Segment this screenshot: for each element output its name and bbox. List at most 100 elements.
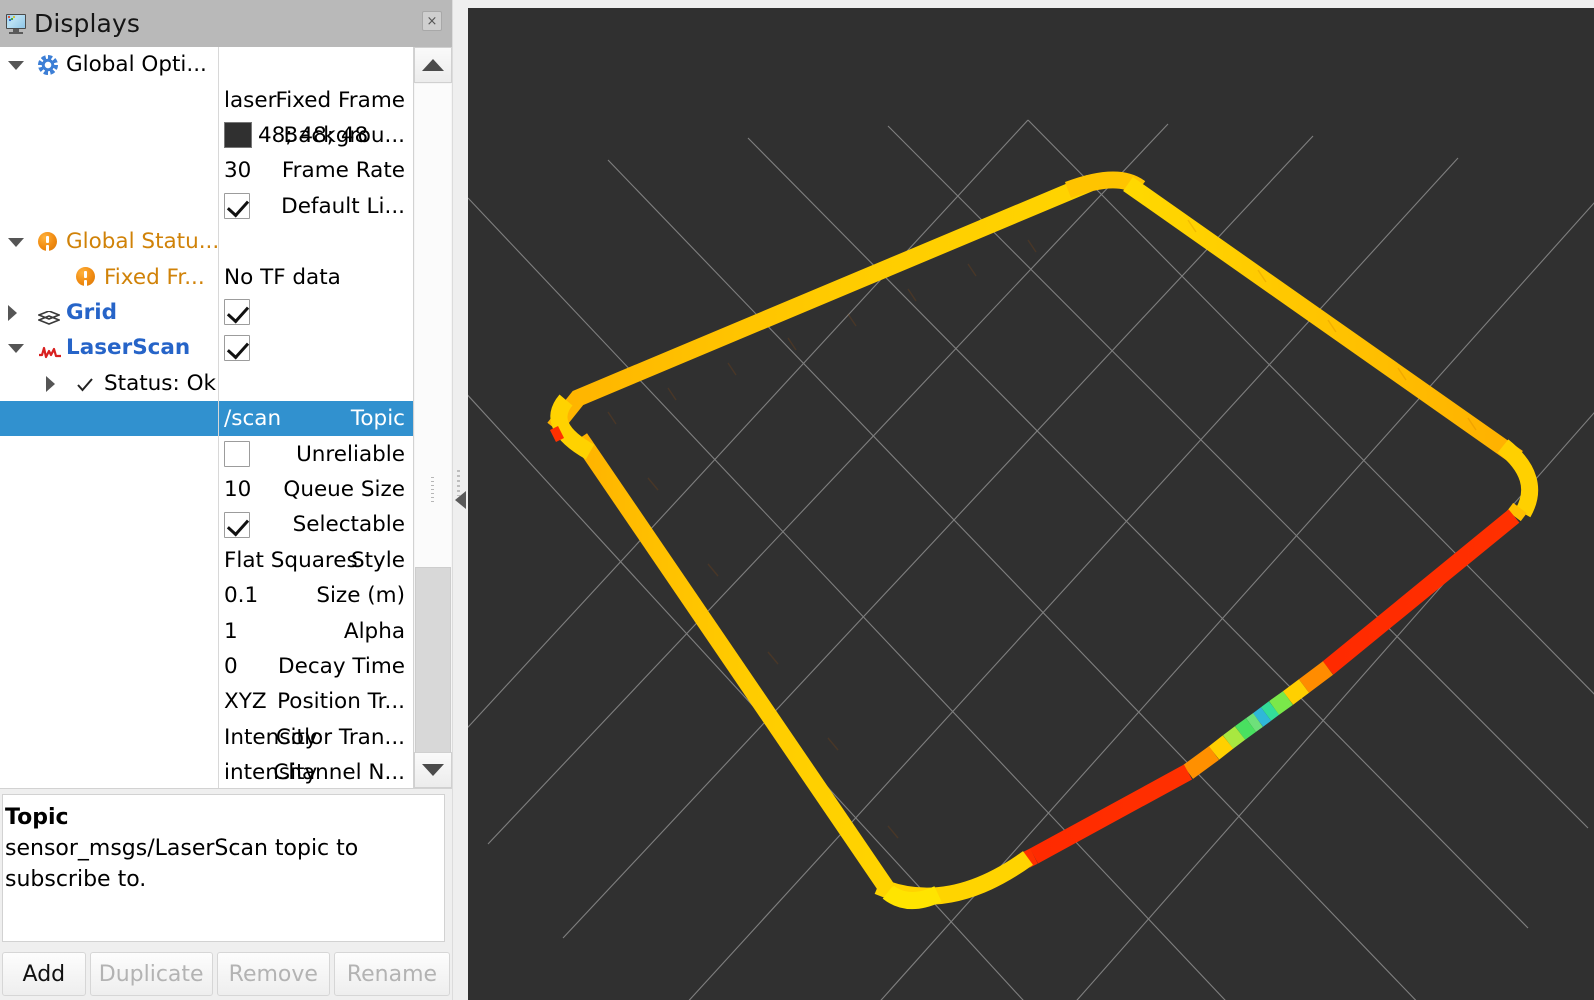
render-canvas [468, 8, 1594, 1000]
displays-dock-panel: Displays × Global Opti... Fixed Frame lase… [0, 0, 452, 1000]
tree-row-label-grid: Grid [66, 299, 118, 325]
remove-button[interactable]: Remove [216, 952, 330, 996]
tree-row-channel-name[interactable]: Channel N... intensity [0, 755, 413, 788]
displays-property-tree[interactable]: Global Opti... Fixed Frame laser Backgrou..… [0, 47, 413, 788]
tree-row-queue-size[interactable]: Queue Size 10 [0, 472, 413, 507]
value-text-channel-name: intensity [224, 760, 318, 786]
twisty-expanded-icon[interactable] [8, 238, 24, 247]
tree-row-value-fixed-frame-status[interactable]: No TF data [224, 265, 341, 290]
displays-titlebar: Displays × [0, 0, 452, 47]
tree-row-value-position-transformer[interactable]: XYZ [224, 689, 267, 714]
value-text-background-color: 48; 48; 48 [258, 122, 369, 148]
tree-vertical-scrollbar[interactable] [413, 47, 452, 788]
color-swatch[interactable] [224, 122, 252, 149]
laserscan-wave-icon [38, 341, 62, 359]
tree-row-value-default-light[interactable] [224, 193, 250, 220]
value-text-frame-rate: 30 [224, 158, 252, 184]
twisty-collapsed-icon[interactable] [46, 375, 55, 392]
value-text-color-transformer: Intensity [224, 724, 318, 750]
tree-row-frame-rate[interactable]: Frame Rate 30 [0, 153, 413, 188]
twisty-expanded-icon[interactable] [8, 61, 24, 70]
tree-row-default-light[interactable]: Default Li... [0, 189, 413, 224]
tree-row-label-laserscan-status: Status: Ok [104, 370, 216, 396]
value-text-size-m: 0.1 [224, 583, 259, 609]
value-text-queue-size: 10 [224, 476, 252, 502]
tree-row-size-m[interactable]: Size (m) 0.1 [0, 578, 413, 613]
warning-icon [38, 232, 57, 251]
tree-row-value-laserscan[interactable] [224, 334, 250, 361]
scroll-down-button[interactable] [414, 752, 452, 788]
twisty-expanded-icon[interactable] [8, 344, 24, 354]
panel-title: Displays [34, 9, 140, 38]
tree-row-value-grid[interactable] [224, 299, 250, 326]
status-ok-check-icon [76, 375, 94, 393]
tree-row-unreliable[interactable]: Unreliable [0, 436, 413, 471]
value-text-topic: /scan [224, 406, 282, 432]
tree-row-value-channel-name[interactable]: intensity [224, 760, 317, 785]
tree-row-value-queue-size[interactable]: 10 [224, 477, 251, 502]
tree-row-value-decay-time[interactable]: 0 [224, 654, 238, 679]
tree-row-value-topic[interactable]: /scan [224, 406, 281, 431]
tree-row-value-color-transformer[interactable]: Intensity [224, 725, 318, 750]
tree-row-position-transformer[interactable]: Position Tr... XYZ [0, 684, 413, 719]
tree-row-fixed-frame[interactable]: Fixed Frame laser [0, 82, 413, 117]
tree-row-fixed-frame-status[interactable]: Fixed Fr... No TF data [0, 259, 413, 294]
tree-row-label-global-status: Global Statu... [66, 229, 220, 255]
displays-button-row: Add Duplicate Remove Rename [0, 952, 452, 996]
warning-icon [76, 267, 95, 287]
twisty-collapsed-icon[interactable] [8, 304, 17, 321]
tree-row-value-background-color[interactable]: 48; 48; 48 [224, 122, 369, 149]
gear-icon [38, 55, 58, 75]
scroll-up-button[interactable] [414, 47, 452, 83]
tree-row-global-status[interactable]: Global Statu... [0, 224, 413, 259]
displays-monitor-icon [6, 13, 28, 34]
duplicate-button[interactable]: Duplicate [89, 952, 213, 996]
tree-row-style[interactable]: Style Flat Squares [0, 543, 413, 578]
tree-row-value-frame-rate[interactable]: 30 [224, 158, 251, 183]
dock-splitter-handle[interactable] [452, 0, 468, 1000]
tree-row-value-size-m[interactable]: 0.1 [224, 583, 258, 608]
tree-row-topic[interactable]: Topic/scan [0, 401, 413, 437]
value-text-fixed-frame-status: No TF data [224, 264, 341, 290]
tree-row-value-alpha[interactable]: 1 [224, 619, 238, 644]
help-description: sensor_msgs/LaserScan topic to subscribe… [5, 835, 359, 892]
tree-row-label-fixed-frame-status: Fixed Fr... [104, 264, 205, 290]
close-icon[interactable]: × [422, 11, 442, 31]
chevron-up-icon [422, 59, 444, 71]
grid-icon [36, 306, 62, 325]
rviz-3d-render-view[interactable] [468, 8, 1594, 1000]
rename-button[interactable]: Rename [333, 952, 451, 996]
checkbox-selectable[interactable] [224, 511, 250, 538]
tree-row-color-transformer[interactable]: Color Tran... Intensity [0, 720, 413, 755]
scrollbar-thumb[interactable] [415, 567, 451, 765]
add-button[interactable]: Add [2, 952, 86, 996]
tree-row-value-style[interactable]: Flat Squares [224, 548, 358, 573]
tree-row-label-laserscan: LaserScan [66, 335, 191, 361]
tree-row-selectable[interactable]: Selectable [0, 507, 413, 542]
checkbox-default-light[interactable] [224, 193, 250, 220]
value-text-fixed-frame: laser [224, 87, 277, 113]
rviz-window: Displays × Global Opti... Fixed Frame lase… [0, 0, 1594, 1000]
tree-row-alpha[interactable]: Alpha 1 [0, 613, 413, 648]
tree-row-laserscan[interactable]: LaserScan [0, 330, 413, 365]
help-title: Topic [5, 805, 69, 830]
tree-row-value-unreliable[interactable] [224, 441, 250, 468]
value-text-decay-time: 0 [224, 653, 238, 679]
value-text-alpha: 1 [224, 618, 238, 644]
checkbox-unreliable[interactable] [224, 441, 250, 468]
checkbox-grid[interactable] [224, 299, 250, 326]
splitter-grip [457, 470, 460, 496]
tree-row-value-selectable[interactable] [224, 511, 250, 538]
tree-row-decay-time[interactable]: Decay Time 0 [0, 649, 413, 684]
tree-row-background-color[interactable]: Backgrou... 48; 48; 48 [0, 118, 413, 153]
checkbox-laserscan[interactable] [224, 334, 250, 361]
chevron-down-icon [422, 764, 444, 776]
tree-row-label-global-options: Global Opti... [66, 52, 207, 78]
value-text-position-transformer: XYZ [224, 689, 267, 715]
tree-row-global-options[interactable]: Global Opti... [0, 47, 413, 82]
property-help-panel: Topic sensor_msgs/LaserScan topic to sub… [2, 794, 445, 942]
displays-tree-container: Global Opti... Fixed Frame laser Backgrou..… [0, 47, 452, 789]
tree-row-value-fixed-frame[interactable]: laser [224, 88, 276, 113]
tree-row-laserscan-status[interactable]: Status: Ok [0, 366, 413, 401]
tree-row-grid[interactable]: Grid [0, 295, 413, 330]
